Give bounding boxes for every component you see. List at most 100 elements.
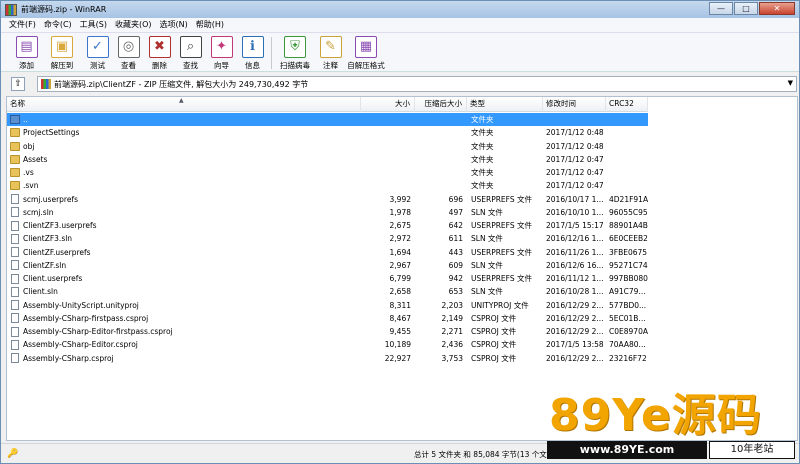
up-one-level-button[interactable]: ⇧ [11, 77, 25, 91]
menu-tools[interactable]: 工具(S) [76, 18, 111, 32]
column-modified-label: 修改时间 [546, 99, 576, 108]
toolbar-button-9[interactable]: ⛨ 扫描病毒 [275, 33, 315, 73]
file-row[interactable]: obj 文件夹 2017/1/12 0:48 [7, 140, 797, 153]
add-archive-icon: ▤ [15, 36, 38, 58]
file-name: ClientZF.sln [23, 260, 67, 270]
file-packed-cell: 642 [448, 221, 463, 231]
file-row[interactable]: ClientZF3.userprefs 2,675 642 USERPREFS 文件 2… [7, 219, 797, 232]
toolbar-button-label: 查找 [183, 61, 198, 70]
toolbar-button-4[interactable]: ◎ 查看 [113, 33, 144, 73]
file-size-cell: 8,467 [389, 313, 411, 323]
toolbar-button-5[interactable]: ✖ 删除 [144, 33, 175, 73]
toolbar-button-7[interactable]: ✦ 向导 [206, 33, 237, 73]
column-name[interactable]: 名称 ▲ [7, 97, 361, 112]
column-packed[interactable]: 压缩后大小 [415, 97, 467, 112]
toolbar-separator [271, 37, 272, 69]
menu-options[interactable]: 选项(N) [156, 18, 192, 32]
winrar-window: 前端源码.zip - WinRAR — □ ✕ 文件(F) 命令(C) 工具(S… [0, 0, 800, 464]
winrar-app-icon [5, 3, 17, 16]
file-modified-cell: 2016/10/28 1... [546, 287, 604, 297]
toolbar-button-2[interactable]: ▣ 解压到 [42, 33, 82, 73]
menu-commands[interactable]: 命令(C) [40, 18, 76, 32]
sort-arrow-icon: ▲ [179, 97, 184, 104]
file-row[interactable]: Assembly-CSharp-Editor-firstpass.csproj 9… [7, 325, 797, 338]
file-row[interactable]: .vs 文件夹 2017/1/12 0:47 [7, 166, 797, 179]
sfx-icon: ▦ [355, 36, 377, 58]
toolbar-button-label: 添加 [19, 61, 34, 70]
file-row[interactable]: Assembly-CSharp-firstpass.csproj 8,467 2,1… [7, 312, 797, 325]
file-icon [11, 286, 19, 297]
file-row[interactable]: ClientZF.userprefs 1,694 443 USERPREFS 文件 20… [7, 246, 797, 259]
menu-favorites[interactable]: 收藏夹(O) [111, 18, 156, 32]
file-name: Assembly-CSharp.csproj [23, 353, 114, 363]
column-size[interactable]: 大小 [361, 97, 415, 112]
folder-icon [10, 141, 20, 151]
toolbar-button-label: 信息 [245, 61, 260, 70]
maximize-button[interactable]: □ [734, 2, 758, 15]
file-row[interactable]: .svn 文件夹 2017/1/12 0:47 [7, 179, 797, 192]
file-icon [11, 220, 19, 231]
virus-scan-icon: ⛨ [284, 36, 306, 58]
file-row[interactable]: ClientZF.sln 2,967 609 SLN 文件 2016/12/6 16..… [7, 259, 797, 272]
file-row[interactable]: scmj.userprefs 3,992 696 USERPREFS 文件 2016/1… [7, 193, 797, 206]
file-name: ClientZF3.sln [23, 234, 73, 244]
column-crc-label: CRC32 [609, 99, 634, 108]
toolbar-button-10[interactable]: ✎ 注释 [315, 33, 346, 73]
toolbar-button-11[interactable]: ▦ 自解压格式 [346, 33, 386, 73]
file-size-cell: 1,694 [389, 247, 411, 257]
file-row[interactable]: .. 文件夹 [7, 113, 648, 127]
file-rows: .. 文件夹 ProjectSettings 文件夹 2017/1/12 0:48 obj… [7, 113, 797, 365]
toolbar-button-3[interactable]: ✓ 测试 [82, 33, 113, 73]
file-name-cell: Assembly-CSharp-firstpass.csproj [7, 313, 361, 324]
archive-path-text: 前端源码.zip\ClientZF - ZIP 压缩文件, 解包大小为 249,… [54, 79, 309, 89]
file-modified-cell: 2017/1/12 0:47 [546, 181, 604, 191]
folder-icon [10, 154, 20, 164]
file-size-cell: 6,799 [389, 274, 411, 284]
column-type[interactable]: 类型 [467, 97, 543, 112]
file-name: Client.userprefs [23, 274, 83, 284]
file-crc-cell: 997BB080 [609, 274, 648, 284]
file-row[interactable]: Client.userprefs 6,799 942 USERPREFS 文件 2016… [7, 272, 797, 285]
minimize-button[interactable]: — [709, 2, 733, 15]
menu-help[interactable]: 帮助(H) [192, 18, 228, 32]
toolbar: ▤ 添加 ▣ 解压到 ✓ 测试 ◎ 查看 ✖ 删除 ⌕ 查找 ✦ 向导 ℹ 信息 ⛨ 扫描病毒 ✎ 注释 ▦ 自解压格式 [1, 32, 799, 72]
file-row[interactable]: ClientZF3.sln 2,972 611 SLN 文件 2016/12/16 1.… [7, 232, 797, 245]
archive-path-field[interactable]: 前端源码.zip\ClientZF - ZIP 压缩文件, 解包大小为 249,… [37, 76, 797, 92]
file-modified-cell: 2016/12/29 2... [546, 353, 604, 363]
watermark: 89Ye源码 www.89YE.com 10年老站 [547, 391, 797, 461]
test-icon: ✓ [86, 36, 109, 58]
file-crc-cell: 577BD0... [609, 300, 647, 310]
file-name-cell: Assembly-CSharp.csproj [7, 353, 361, 364]
file-type-cell: USERPREFS 文件 [471, 194, 532, 204]
toolbar-button-8[interactable]: ℹ 信息 [237, 33, 268, 73]
menu-file[interactable]: 文件(F) [5, 18, 40, 32]
file-icon [11, 339, 19, 350]
file-packed-cell: 696 [448, 194, 463, 204]
file-modified-cell: 2017/1/12 0:48 [546, 141, 604, 151]
column-packed-label: 压缩后大小 [424, 99, 463, 108]
file-size-cell: 8,311 [389, 300, 411, 310]
file-name-cell: Client.userprefs [7, 273, 361, 284]
file-packed-cell: 2,271 [441, 327, 463, 337]
file-crc-cell: 4D21F91A [609, 194, 648, 204]
file-row[interactable]: Client.sln 2,658 653 SLN 文件 2016/10/28 1... A… [7, 285, 797, 298]
file-row[interactable]: Assets 文件夹 2017/1/12 0:47 [7, 153, 797, 166]
toolbar-button-6[interactable]: ⌕ 查找 [175, 33, 206, 73]
file-row[interactable]: ProjectSettings 文件夹 2017/1/12 0:48 [7, 126, 797, 139]
column-crc[interactable]: CRC32 [606, 97, 648, 112]
close-button[interactable]: ✕ [759, 2, 795, 15]
file-row[interactable]: scmj.sln 1,978 497 SLN 文件 2016/10/10 1... 960… [7, 206, 797, 219]
column-size-label: 大小 [395, 99, 410, 108]
file-row[interactable]: Assembly-UnityScript.unityproj 8,311 2,203… [7, 299, 797, 312]
file-packed-cell: 942 [448, 274, 463, 284]
column-modified[interactable]: 修改时间 [543, 97, 606, 112]
file-crc-cell: C0E8970A [609, 327, 648, 337]
title-bar[interactable]: 前端源码.zip - WinRAR — □ ✕ [1, 1, 799, 18]
file-icon [11, 233, 19, 244]
file-row[interactable]: Assembly-CSharp-Editor.csproj 10,189 2,436… [7, 338, 797, 351]
folder-icon [10, 181, 20, 191]
chevron-down-icon[interactable]: ▼ [788, 79, 793, 87]
toolbar-button-1[interactable]: ▤ 添加 [11, 33, 42, 73]
file-row[interactable]: Assembly-CSharp.csproj 22,927 3,753 CSPROJ … [7, 352, 797, 365]
file-name-cell: Assembly-CSharp-Editor.csproj [7, 339, 361, 350]
